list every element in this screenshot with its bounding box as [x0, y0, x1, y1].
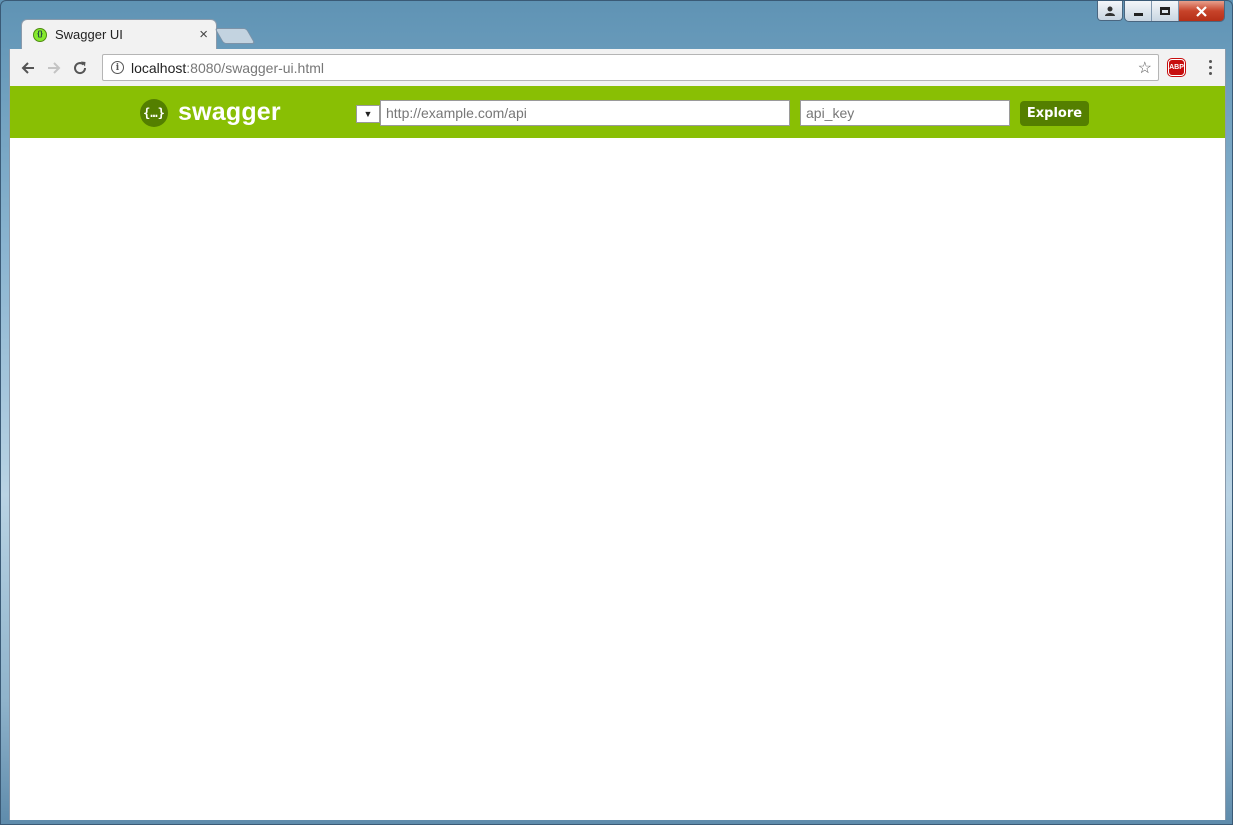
api-url-input[interactable] [380, 100, 790, 126]
arrow-left-icon [21, 61, 34, 74]
api-key-input[interactable] [800, 100, 1010, 126]
adblock-extension-icon[interactable]: ABP [1167, 58, 1186, 77]
tab-close-icon[interactable]: × [199, 26, 208, 43]
back-button[interactable] [15, 55, 41, 81]
url-path: :8080/swagger-ui.html [186, 59, 325, 76]
address-bar[interactable]: i localhost :8080/swagger-ui.html ☆ [102, 54, 1159, 81]
info-icon[interactable]: i [111, 61, 124, 74]
browser-window: {} Swagger UI × i localhost :8080/swagge… [0, 0, 1233, 825]
browser-menu-icon[interactable] [1200, 57, 1220, 77]
user-profile-button[interactable] [1097, 1, 1123, 21]
forward-button[interactable] [41, 55, 67, 81]
new-tab-button[interactable] [214, 28, 256, 44]
tab-strip: {} Swagger UI × [9, 19, 1226, 49]
user-icon [1105, 6, 1115, 16]
page-viewport: {…} swagger ▼ Explore [9, 86, 1226, 820]
reload-icon [74, 61, 87, 74]
swagger-favicon-icon: {} [33, 27, 47, 42]
reload-button[interactable] [67, 55, 93, 81]
bookmark-star-icon[interactable]: ☆ [1138, 58, 1152, 78]
close-window-button[interactable] [1179, 1, 1224, 21]
explore-button[interactable]: Explore [1020, 101, 1089, 126]
swagger-logo[interactable]: {…} swagger [140, 98, 281, 127]
browser-toolbar: i localhost :8080/swagger-ui.html ☆ ABP [9, 49, 1226, 86]
minimize-button[interactable] [1125, 1, 1152, 21]
arrow-right-icon [48, 61, 61, 74]
close-icon [1196, 5, 1207, 17]
maximize-icon [1160, 7, 1170, 15]
swagger-header: {…} swagger ▼ Explore [10, 86, 1225, 138]
tab-title: Swagger UI [55, 27, 123, 42]
swagger-logo-text: swagger [178, 98, 281, 126]
url-host: localhost [131, 59, 187, 76]
maximize-button[interactable] [1152, 1, 1179, 21]
minimize-icon [1133, 12, 1143, 16]
spec-url-dropdown[interactable]: ▼ [356, 105, 380, 123]
swagger-logo-icon: {…} [140, 98, 168, 127]
tab-swagger-ui[interactable]: {} Swagger UI × [21, 19, 217, 49]
